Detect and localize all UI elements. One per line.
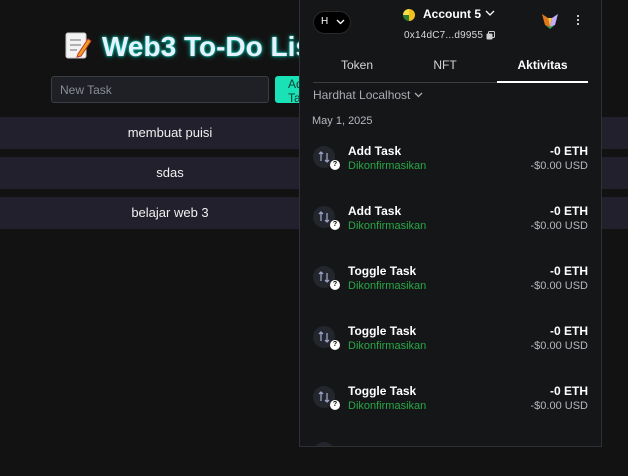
task-label: membuat puisi <box>127 125 213 140</box>
swap-arrows-icon: ? <box>313 266 340 290</box>
transaction-amount: -0 ETH <box>549 384 588 398</box>
memo-icon <box>64 30 94 60</box>
transaction-fiat: -$0.00 USD <box>530 340 588 352</box>
wallet-tabs: Token NFT Aktivitas <box>313 52 588 83</box>
swap-arrows-icon: ? <box>313 386 340 410</box>
task-label: belajar web 3 <box>131 205 209 220</box>
transaction-amount: -0 ETH <box>549 324 588 338</box>
swap-arrows-icon: ? <box>313 326 340 350</box>
transaction-status: Dikonfirmasikan <box>348 280 427 292</box>
transaction-status: Dikonfirmasikan <box>348 220 427 232</box>
swap-arrows-icon: ? <box>313 146 340 170</box>
transaction-fiat: -$0.00 USD <box>530 160 588 172</box>
transaction-amount: -0 ETH <box>549 204 588 218</box>
transaction-title: Add Task <box>348 204 402 218</box>
transaction-fiat: -$0.00 USD <box>530 400 588 412</box>
transaction-amount: -0 ETH <box>549 264 588 278</box>
transaction-fiat: -$0.00 USD <box>530 220 588 232</box>
unknown-badge: ? <box>330 280 340 290</box>
account-address: 0x14dC7...d9955 <box>404 30 484 41</box>
transaction-title: Add Task <box>348 144 402 158</box>
unknown-badge: ? <box>330 220 340 230</box>
network-avatar: H <box>321 16 329 27</box>
chevron-down-icon <box>414 92 423 98</box>
transaction-status: Dikonfirmasikan <box>348 400 427 412</box>
metamask-fox-icon[interactable] <box>541 13 559 29</box>
activity-date: May 1, 2025 <box>312 115 373 127</box>
active-tab-indicator <box>497 81 588 83</box>
page-title: Web3 To-Do List <box>64 30 320 63</box>
transaction-fiat: -$0.00 USD <box>530 280 588 292</box>
transaction-item[interactable]: ? Toggle Task Dikonfirmasikan -0 ETH -$0… <box>300 384 601 432</box>
transaction-title: Toggle Task <box>348 264 417 278</box>
unknown-badge: ? <box>330 400 340 410</box>
swap-arrows-icon <box>313 442 335 446</box>
page-title-text: Web3 To-Do List <box>102 31 321 62</box>
network-filter[interactable]: Hardhat Localhost <box>313 88 423 102</box>
copy-icon[interactable] <box>486 31 495 40</box>
swap-arrows-icon: ? <box>313 206 340 230</box>
transaction-amount: -0 ETH <box>549 144 588 158</box>
account-avatar[interactable] <box>403 9 415 21</box>
unknown-badge: ? <box>330 160 340 170</box>
tab-token[interactable]: Token <box>313 58 401 72</box>
tab-nft[interactable]: NFT <box>401 58 489 72</box>
transaction-item[interactable]: ? Toggle Task Dikonfirmasikan -0 ETH -$0… <box>300 264 601 312</box>
transaction-item[interactable]: ? Toggle Task Dikonfirmasikan -0 ETH -$0… <box>300 324 601 372</box>
transaction-title: Toggle Task <box>348 324 417 338</box>
network-selector[interactable]: H <box>313 11 351 34</box>
network-filter-label: Hardhat Localhost <box>313 88 411 102</box>
account-name[interactable]: Account 5 <box>423 7 481 21</box>
kebab-menu-icon[interactable] <box>576 15 580 27</box>
transaction-status: Dikonfirmasikan <box>348 340 427 352</box>
transaction-item[interactable]: ? Add Task Dikonfirmasikan -0 ETH -$0.00… <box>300 204 601 252</box>
chevron-down-icon[interactable] <box>485 10 495 16</box>
chevron-down-icon <box>336 19 345 25</box>
new-task-input[interactable] <box>51 76 269 103</box>
unknown-badge: ? <box>330 340 340 350</box>
transaction-status: Dikonfirmasikan <box>348 160 427 172</box>
transaction-title: Toggle Task <box>348 384 417 398</box>
wallet-popup: H Account 5 0x14dC7...d9955 Token NFT Ak… <box>299 0 602 447</box>
transaction-item[interactable]: ? Add Task Dikonfirmasikan -0 ETH -$0.00… <box>300 144 601 192</box>
task-label: sdas <box>156 165 184 180</box>
tab-aktivitas[interactable]: Aktivitas <box>497 58 588 72</box>
